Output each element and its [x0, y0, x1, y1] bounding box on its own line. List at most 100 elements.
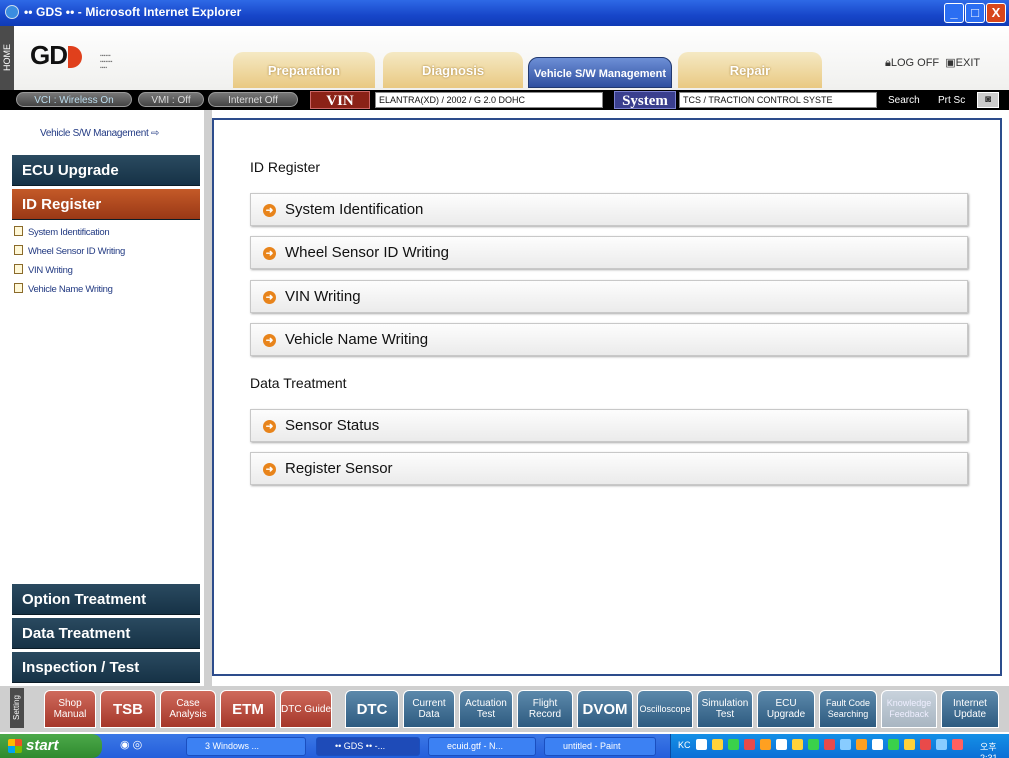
- tray-icon[interactable]: [840, 739, 851, 750]
- fault-code-searching-button[interactable]: Fault Code Searching: [819, 690, 877, 728]
- taskbar-clock: 오후 2:31: [980, 742, 998, 758]
- document-icon: [14, 283, 23, 293]
- document-icon: [14, 245, 23, 255]
- tray-icon[interactable]: [776, 739, 787, 750]
- header-links: 🔒︎LOG OFF ▣EXIT: [885, 56, 980, 70]
- tray-kc: KC: [678, 740, 691, 750]
- arrow-bullet-icon: ➜: [263, 204, 276, 217]
- menu-system-identification[interactable]: ➜ System Identification: [250, 193, 968, 226]
- vmi-status: VMI : Off: [138, 92, 204, 107]
- sidebar-id-register[interactable]: ID Register: [12, 189, 200, 220]
- search-link[interactable]: Search: [888, 95, 920, 106]
- etm-button[interactable]: ETM: [220, 690, 276, 728]
- tray-icon[interactable]: [744, 739, 755, 750]
- flight-record-button[interactable]: Flight Record: [517, 690, 573, 728]
- oscilloscope-button[interactable]: Oscilloscope: [637, 690, 693, 728]
- sidebar-sub-system-identification[interactable]: System Identification: [14, 226, 110, 238]
- tab-diagnosis[interactable]: Diagnosis: [383, 52, 523, 88]
- prtsc-link[interactable]: Prt Sc: [938, 95, 965, 106]
- ecu-upgrade-button[interactable]: ECU Upgrade: [757, 690, 815, 728]
- taskbar-item-paint[interactable]: untitled - Paint: [544, 737, 656, 756]
- arrow-bullet-icon: ➜: [263, 291, 276, 304]
- tray-icon[interactable]: [808, 739, 819, 750]
- dtc-button[interactable]: DTC: [345, 690, 399, 728]
- tray-icon[interactable]: [856, 739, 867, 750]
- sidebar-sub-wheel-sensor[interactable]: Wheel Sensor ID Writing: [14, 245, 125, 257]
- minimize-button[interactable]: _: [944, 3, 964, 23]
- arrow-bullet-icon: ➜: [263, 463, 276, 476]
- simulation-test-button[interactable]: Simulation Test: [697, 690, 753, 728]
- tray-icon[interactable]: [920, 739, 931, 750]
- vin-field[interactable]: ELANTRA(XD) / 2002 / G 2.0 DOHC: [375, 92, 603, 108]
- tray-icon[interactable]: [792, 739, 803, 750]
- tray-icon[interactable]: [712, 739, 723, 750]
- arrow-bullet-icon: ➜: [263, 420, 276, 433]
- window-title-bar: •• GDS •• - Microsoft Internet Explorer …: [0, 0, 1009, 26]
- sidebar-sub-vehicle-name[interactable]: Vehicle Name Writing: [14, 283, 113, 295]
- arrow-bullet-icon: ➜: [263, 247, 276, 260]
- case-analysis-button[interactable]: Case Analysis: [160, 690, 216, 728]
- maximize-button[interactable]: □: [965, 3, 985, 23]
- vin-button[interactable]: VIN: [310, 91, 370, 109]
- current-data-button[interactable]: Current Data: [403, 690, 455, 728]
- tray-icon[interactable]: [824, 739, 835, 750]
- menu-vehicle-name-writing[interactable]: ➜ Vehicle Name Writing: [250, 323, 968, 356]
- window-title: •• GDS •• - Microsoft Internet Explorer: [24, 5, 242, 19]
- tray-icon[interactable]: [904, 739, 915, 750]
- camera-icon[interactable]: ◙: [977, 92, 999, 108]
- dvom-button[interactable]: DVOM: [577, 690, 633, 728]
- sidebar-option-treatment[interactable]: Option Treatment: [12, 584, 200, 615]
- section-title-id-register: ID Register: [250, 159, 321, 175]
- menu-register-sensor[interactable]: ➜ Register Sensor: [250, 452, 968, 485]
- arrow-icon: ⇨: [150, 128, 160, 139]
- setting-button[interactable]: Setting: [10, 688, 24, 728]
- tray-icon[interactable]: [936, 739, 947, 750]
- tray-icon[interactable]: [952, 739, 963, 750]
- logoff-link[interactable]: LOG OFF: [891, 57, 939, 69]
- shop-manual-button[interactable]: Shop Manual: [44, 690, 96, 728]
- home-button[interactable]: HOME: [0, 26, 14, 90]
- gds-logo: GD: [30, 40, 82, 71]
- tray-icon[interactable]: [888, 739, 899, 750]
- tray-icon[interactable]: [872, 739, 883, 750]
- knowledge-feedback-button: Knowledge Feedback: [881, 690, 937, 728]
- section-title-data-treatment: Data Treatment: [250, 375, 347, 391]
- tray-icon[interactable]: [760, 739, 771, 750]
- arrow-bullet-icon: ➜: [263, 334, 276, 347]
- vci-status: VCI : Wireless On: [16, 92, 132, 107]
- quick-launch-icons[interactable]: ◉ ◎: [120, 738, 142, 751]
- tray-icon[interactable]: [728, 739, 739, 750]
- exit-link[interactable]: EXIT: [956, 57, 980, 69]
- sidebar-sub-vin-writing[interactable]: VIN Writing: [14, 264, 73, 276]
- tray-icon[interactable]: [696, 739, 707, 750]
- menu-vin-writing[interactable]: ➜ VIN Writing: [250, 280, 968, 313]
- system-button[interactable]: System: [614, 91, 676, 109]
- windows-flag-icon: [8, 739, 22, 753]
- close-button[interactable]: X: [986, 3, 1006, 23]
- start-button[interactable]: start: [0, 734, 102, 758]
- exit-icon: ▣: [945, 57, 956, 69]
- sidebar-title: Vehicle S/W Management ⇨: [40, 128, 160, 139]
- menu-sensor-status[interactable]: ➜ Sensor Status: [250, 409, 968, 442]
- logo-text: GD: [30, 40, 68, 70]
- taskbar-item-gds[interactable]: •• GDS •• -...: [316, 737, 420, 756]
- taskbar-item-notepad[interactable]: ecuid.gtf - N...: [428, 737, 536, 756]
- ie-icon: [5, 5, 19, 19]
- actuation-test-button[interactable]: Actuation Test: [459, 690, 513, 728]
- tab-vehicle-sw-management[interactable]: Vehicle S/W Management: [528, 57, 672, 88]
- internet-update-button[interactable]: Internet Update: [941, 690, 999, 728]
- tab-preparation[interactable]: Preparation: [233, 52, 375, 88]
- menu-wheel-sensor-id-writing[interactable]: ➜ Wheel Sensor ID Writing: [250, 236, 968, 269]
- sidebar-ecu-upgrade[interactable]: ECU Upgrade: [12, 155, 200, 186]
- sidebar-data-treatment[interactable]: Data Treatment: [12, 618, 200, 649]
- internet-status: Internet Off: [208, 92, 298, 107]
- tab-repair[interactable]: Repair: [678, 52, 822, 88]
- tsb-button[interactable]: TSB: [100, 690, 156, 728]
- dtc-guide-button[interactable]: DTC Guide: [280, 690, 332, 728]
- sidebar-inspection-test[interactable]: Inspection / Test: [12, 652, 200, 683]
- logo-subtitle: ▪▪▪▪▪▪ ▪▪▪▪▪▪▪ ▪▪▪▪: [100, 53, 113, 71]
- taskbar-item-windows[interactable]: 3 Windows ...: [186, 737, 306, 756]
- logo-swoosh-icon: [68, 46, 82, 69]
- system-field[interactable]: TCS / TRACTION CONTROL SYSTE: [679, 92, 877, 108]
- document-icon: [14, 226, 23, 236]
